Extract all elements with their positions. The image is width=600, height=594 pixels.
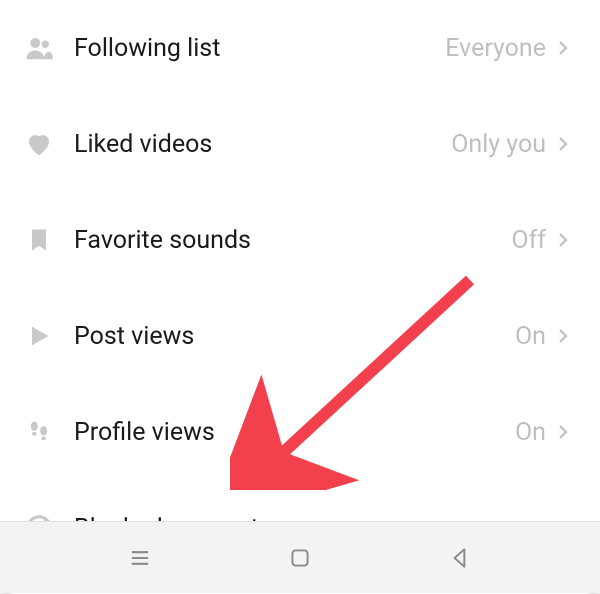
row-value: On <box>515 418 546 447</box>
row-liked-videos[interactable]: Liked videos Only you <box>0 96 600 192</box>
bookmark-icon <box>22 223 56 257</box>
row-label: Post views <box>74 322 515 351</box>
chevron-right-icon <box>554 39 572 57</box>
home-button[interactable] <box>280 538 320 578</box>
system-nav-bar <box>0 521 600 593</box>
settings-list: Following list Everyone Liked videos Onl… <box>0 0 600 594</box>
row-value: On <box>515 322 546 351</box>
people-icon <box>22 31 56 65</box>
row-favorite-sounds[interactable]: Favorite sounds Off <box>0 192 600 288</box>
row-value: Off <box>511 226 546 255</box>
row-profile-views[interactable]: Profile views On <box>0 384 600 480</box>
row-post-views[interactable]: Post views On <box>0 288 600 384</box>
heart-icon <box>22 127 56 161</box>
chevron-right-icon <box>554 327 572 345</box>
back-button[interactable] <box>440 538 480 578</box>
row-label: Liked videos <box>74 130 451 159</box>
footprints-icon <box>22 415 56 449</box>
play-icon <box>22 319 56 353</box>
row-value: Everyone <box>445 34 546 63</box>
chevron-right-icon <box>554 231 572 249</box>
recent-apps-button[interactable] <box>120 538 160 578</box>
row-label: Profile views <box>74 418 515 447</box>
chevron-right-icon <box>554 135 572 153</box>
row-value: Only you <box>451 130 546 159</box>
row-label: Favorite sounds <box>74 226 511 255</box>
row-label: Following list <box>74 34 445 63</box>
chevron-right-icon <box>554 423 572 441</box>
row-following-list[interactable]: Following list Everyone <box>0 0 600 96</box>
